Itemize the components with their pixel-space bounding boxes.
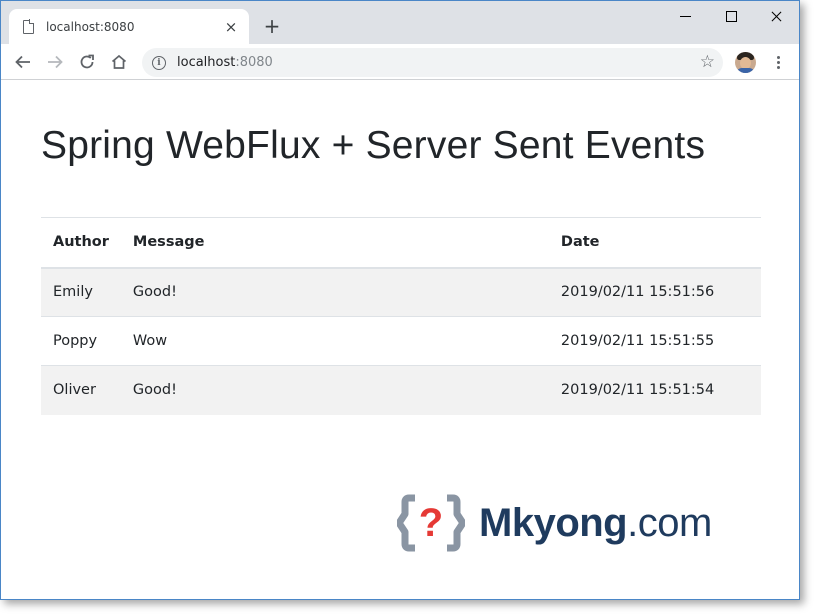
column-header-author: Author	[41, 217, 121, 269]
forward-icon[interactable]	[43, 50, 67, 74]
reload-icon[interactable]	[75, 50, 99, 74]
tab-strip: localhost:8080 × +	[1, 1, 799, 44]
column-header-message: Message	[120, 217, 549, 269]
cell-author: Oliver	[41, 365, 121, 415]
table-row: Poppy Wow 2019/02/11 15:51:55	[41, 316, 761, 366]
tab-close-icon[interactable]: ×	[223, 19, 239, 35]
cell-author: Emily	[41, 267, 121, 317]
page-content: Spring WebFlux + Server Sent Events Auth…	[1, 81, 799, 599]
avatar[interactable]	[735, 52, 756, 73]
url-port: :8080	[235, 55, 273, 70]
page-title: Spring WebFlux + Server Sent Events	[41, 124, 706, 167]
address-bar[interactable]: i localhost :8080 ☆	[142, 48, 723, 77]
cell-date: 2019/02/11 15:51:54	[548, 365, 761, 415]
new-tab-button[interactable]: +	[261, 15, 283, 37]
browser-toolbar: i localhost :8080 ☆	[1, 44, 799, 80]
menu-icon[interactable]	[769, 53, 787, 71]
url-host: localhost	[177, 55, 236, 70]
info-icon[interactable]: i	[152, 55, 166, 70]
events-table: Author Message Date Emily Good! 2019/02/…	[41, 217, 761, 415]
tab-localhost[interactable]: localhost:8080 ×	[9, 9, 249, 44]
browser-window: localhost:8080 × + i localhost :8080 ☆ S…	[0, 0, 800, 600]
mkyong-logo: ? Mkyong.com	[397, 494, 712, 552]
column-header-date: Date	[548, 217, 761, 269]
svg-text:?: ?	[419, 501, 443, 545]
maximize-icon[interactable]	[721, 7, 741, 27]
tab-title: localhost:8080	[46, 19, 135, 34]
cell-message: Good!	[120, 365, 549, 415]
cell-date: 2019/02/11 15:51:55	[548, 316, 761, 366]
cell-message: Wow	[120, 316, 549, 366]
page-icon	[23, 19, 35, 34]
table-row: Emily Good! 2019/02/11 15:51:56	[41, 267, 761, 317]
home-icon[interactable]	[107, 50, 131, 74]
star-icon[interactable]: ☆	[700, 52, 715, 72]
cell-message: Good!	[120, 267, 549, 317]
logo-text: Mkyong.com	[479, 500, 712, 545]
table-header-row: Author Message Date	[41, 217, 761, 269]
close-icon[interactable]	[766, 7, 786, 27]
logo-mark-icon: ?	[397, 494, 465, 552]
cell-author: Poppy	[41, 316, 121, 366]
back-icon[interactable]	[11, 50, 35, 74]
cell-date: 2019/02/11 15:51:56	[548, 267, 761, 317]
minimize-icon[interactable]	[676, 7, 696, 27]
table-row: Oliver Good! 2019/02/11 15:51:54	[41, 365, 761, 415]
